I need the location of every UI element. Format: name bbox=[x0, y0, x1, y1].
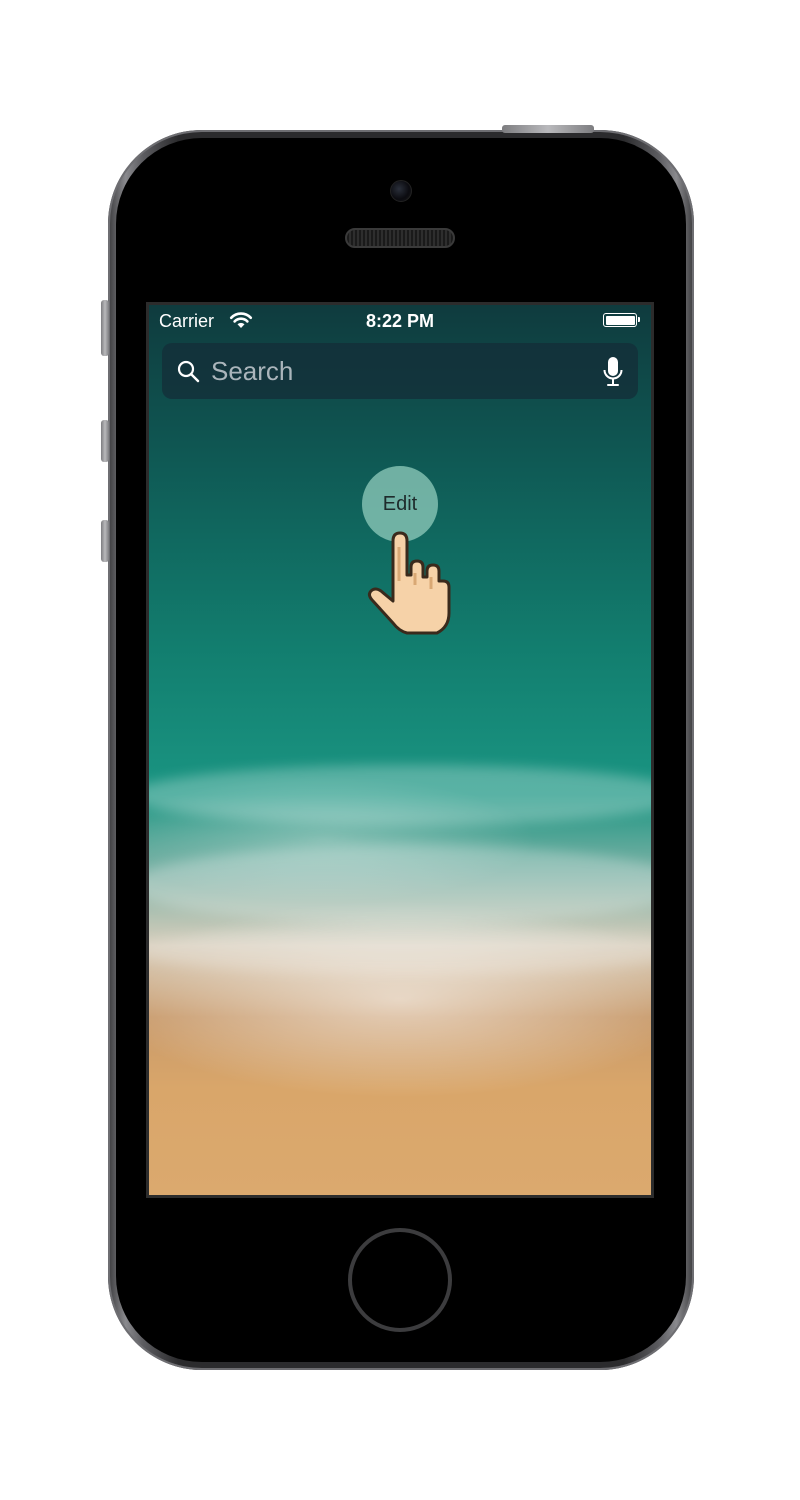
ringer-switch bbox=[101, 300, 109, 356]
wave-foam bbox=[149, 765, 651, 825]
earpiece-speaker bbox=[345, 228, 455, 248]
search-icon bbox=[177, 360, 200, 383]
edit-label: Edit bbox=[382, 492, 418, 515]
volume-down-button bbox=[101, 520, 109, 562]
front-camera bbox=[390, 180, 412, 202]
wallpaper bbox=[149, 305, 651, 1195]
power-button bbox=[502, 125, 594, 133]
home-button[interactable] bbox=[348, 1228, 452, 1332]
status-time: 8:22 PM bbox=[365, 311, 435, 331]
search-bar[interactable]: Search bbox=[162, 343, 638, 399]
battery-icon bbox=[603, 313, 640, 327]
search-input[interactable]: Search bbox=[211, 356, 293, 387]
hand-pointer-icon bbox=[367, 531, 451, 635]
status-bar: Carrier 8:22 PM bbox=[149, 305, 651, 339]
phone-screen: Carrier 8:22 PM Search Edit bbox=[146, 302, 654, 1198]
wave-foam bbox=[149, 925, 651, 975]
volume-up-button bbox=[101, 420, 109, 462]
wave-foam bbox=[149, 845, 651, 925]
microphone-icon[interactable] bbox=[602, 356, 624, 388]
